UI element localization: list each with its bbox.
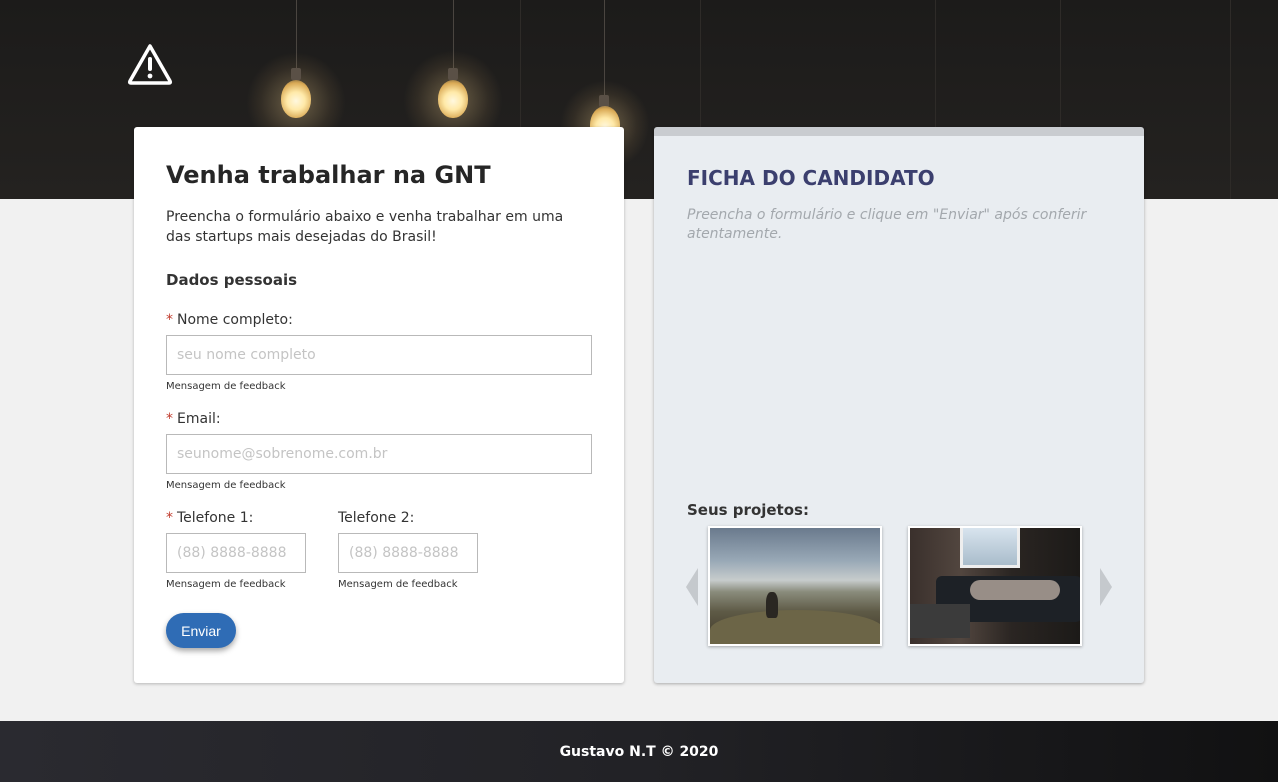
full-name-input[interactable]	[166, 335, 592, 375]
project-thumbnail[interactable]	[908, 526, 1082, 646]
candidate-title: FICHA DO CANDIDATO	[687, 166, 935, 190]
name-label: * Nome completo:	[166, 312, 293, 328]
form-title: Venha trabalhar na GNT	[166, 161, 491, 189]
chevron-left-icon[interactable]	[686, 568, 698, 606]
required-mark: *	[166, 312, 173, 328]
footer-copyright: Gustavo N.T © 2020	[559, 744, 719, 760]
phone2-input[interactable]	[338, 533, 478, 573]
chevron-right-icon[interactable]	[1100, 568, 1112, 606]
application-form-card: Venha trabalhar na GNT Preencha o formul…	[134, 127, 624, 683]
phone1-label: * Telefone 1:	[166, 510, 254, 526]
phone1-feedback: Mensagem de feedback	[166, 579, 286, 590]
light-bulb	[281, 80, 311, 118]
email-label: * Email:	[166, 411, 221, 427]
form-intro: Preencha o formulário abaixo e venha tra…	[166, 209, 564, 245]
candidate-sheet-card: FICHA DO CANDIDATO Preencha o formulário…	[654, 127, 1144, 683]
required-mark: *	[166, 510, 173, 526]
footer: Gustavo N.T © 2020	[0, 721, 1278, 782]
required-mark: *	[166, 411, 173, 427]
light-bulb	[438, 80, 468, 118]
personal-data-heading: Dados pessoais	[166, 271, 298, 289]
project-thumbnail[interactable]	[708, 526, 882, 646]
background-line	[1230, 0, 1231, 199]
phone2-label: Telefone 2:	[338, 510, 415, 526]
email-feedback: Mensagem de feedback	[166, 480, 286, 491]
projects-heading: Seus projetos:	[687, 501, 809, 519]
phone1-input[interactable]	[166, 533, 306, 573]
warning-triangle-icon[interactable]	[126, 42, 174, 86]
candidate-hint: Preencha o formulário e clique em "Envia…	[687, 207, 1087, 242]
email-input[interactable]	[166, 434, 592, 474]
phone2-feedback: Mensagem de feedback	[338, 579, 458, 590]
submit-button[interactable]: Enviar	[166, 613, 236, 648]
name-feedback: Mensagem de feedback	[166, 381, 286, 392]
